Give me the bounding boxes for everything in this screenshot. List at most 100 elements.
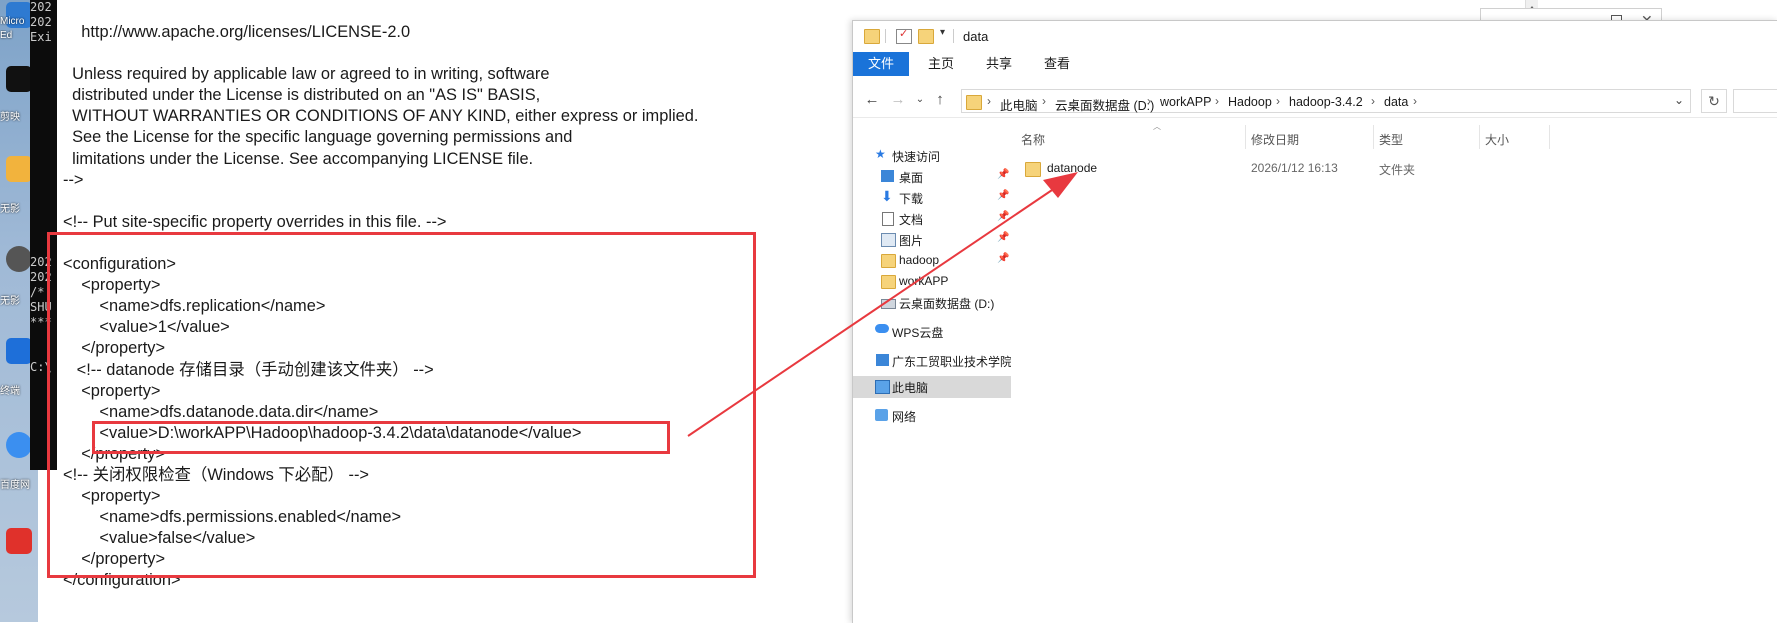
nav-label: 云桌面数据盘 (D:) <box>899 297 995 311</box>
tab-file[interactable]: 文件 <box>853 52 909 76</box>
breadcrumb-workapp[interactable]: workAPP <box>1160 95 1211 109</box>
nav-label: 广东工贸职业技术学院 <box>892 355 1011 369</box>
address-dropdown-icon[interactable]: ⌄ <box>1674 93 1684 107</box>
nav-label: 桌面 <box>899 171 924 185</box>
pin-icon: 📌 <box>997 211 1010 222</box>
configuration-highlight-box <box>47 232 756 578</box>
column-divider <box>1373 125 1374 149</box>
nav-hadoop[interactable]: hadoop 📌 <box>853 250 1011 271</box>
baidu-netdisk-icon[interactable] <box>6 432 32 458</box>
file-modified: 2026/1/12 16:13 <box>1251 161 1338 175</box>
editor-line: <!-- Put site-specific property override… <box>63 212 447 231</box>
nav-label: 图片 <box>899 234 924 248</box>
console-line: /* <box>30 285 45 299</box>
editor-line: distributed under the License is distrib… <box>63 86 541 105</box>
address-bar[interactable]: › 此电脑 › 云桌面数据盘 (D:) › workAPP › Hadoop ›… <box>961 89 1691 113</box>
breadcrumb-separator: › <box>1215 94 1219 108</box>
column-header-type[interactable]: 类型 <box>1379 131 1403 148</box>
editor-line: WITHOUT WARRANTIES OR CONDITIONS OF ANY … <box>63 107 699 126</box>
folder-icon <box>881 254 896 268</box>
column-divider <box>1245 125 1246 149</box>
toolbar-divider <box>953 29 954 43</box>
nav-desktop[interactable]: 桌面 📌 <box>853 166 1011 187</box>
editor-line: Unless required by applicable law or agr… <box>63 65 550 84</box>
file-name: datanode <box>1047 161 1098 175</box>
desktop-label-6: 百度网 <box>0 480 30 491</box>
desktop-icon <box>881 170 894 182</box>
breadcrumb-data[interactable]: data <box>1384 95 1408 109</box>
datadir-value-highlight-box <box>92 421 670 454</box>
nav-label: 文档 <box>899 213 924 227</box>
console-line: 202 <box>30 15 52 29</box>
back-arrow-icon[interactable]: ← <box>861 91 883 108</box>
nav-quick-access[interactable]: ★ 快速访问 <box>853 145 1011 166</box>
nav-label: workAPP <box>899 274 949 288</box>
column-header-size[interactable]: 大小 <box>1485 131 1509 148</box>
editor-line: limitations under the License. See accom… <box>63 149 534 168</box>
nav-network[interactable]: 网络 <box>853 405 1011 426</box>
file-explorer-window[interactable]: ✓ ▾ data 文件 主页 共享 查看 ← → ⌄ ↑ › 此电脑 › 云桌面… <box>852 20 1777 623</box>
tab-home[interactable]: 主页 <box>913 52 969 76</box>
tab-view[interactable]: 查看 <box>1029 52 1085 76</box>
wuying-user-icon[interactable] <box>6 246 32 272</box>
document-icon <box>882 212 894 226</box>
nav-documents[interactable]: 文档 📌 <box>853 208 1011 229</box>
nav-this-pc[interactable]: 此电脑 <box>853 376 1011 398</box>
drive-icon <box>881 299 896 309</box>
address-folder-icon <box>966 95 982 110</box>
nav-label: 网络 <box>892 410 917 424</box>
pin-icon: 📌 <box>997 190 1010 201</box>
nav-label: 此电脑 <box>892 381 929 395</box>
table-row[interactable]: datanode 2026/1/12 16:13 文件夹 <box>1013 157 1777 179</box>
building-icon <box>876 354 889 366</box>
recent-dropdown-icon[interactable]: ⌄ <box>909 94 931 105</box>
terminal-icon[interactable] <box>6 338 32 364</box>
nav-label: hadoop <box>899 253 940 267</box>
tab-share[interactable]: 共享 <box>971 52 1027 76</box>
breadcrumb-separator: › <box>1413 94 1417 108</box>
forward-arrow-icon[interactable]: → <box>887 91 909 108</box>
column-divider <box>1549 125 1550 149</box>
breadcrumb-hadoop[interactable]: Hadoop <box>1228 95 1272 109</box>
wps-icon[interactable] <box>6 528 32 554</box>
column-divider <box>1479 125 1480 149</box>
nav-downloads[interactable]: ⬇ 下载 📌 <box>853 187 1011 208</box>
refresh-icon: ↻ <box>1708 93 1720 109</box>
nav-label: WPS云盘 <box>892 326 944 340</box>
pin-icon: 📌 <box>997 232 1010 243</box>
nav-pictures[interactable]: 图片 📌 <box>853 229 1011 250</box>
console-line: Exi <box>30 30 52 44</box>
column-header-modified[interactable]: 修改日期 <box>1251 131 1299 148</box>
up-arrow-icon[interactable]: ↑ <box>929 91 951 108</box>
capcut-icon[interactable] <box>6 66 32 92</box>
breadcrumb-separator: › <box>1042 94 1046 108</box>
ribbon-tabs: 文件 主页 共享 查看 <box>853 52 1777 77</box>
download-icon: ⬇ <box>881 188 893 204</box>
navigation-pane: ★ 快速访问 桌面 📌 ⬇ 下载 📌 文档 📌 图片 📌 hadoop 📌 wo… <box>853 119 1011 623</box>
search-input[interactable] <box>1733 89 1777 113</box>
nav-school[interactable]: 广东工贸职业技术学院 <box>853 350 1011 371</box>
customize-dropdown-icon[interactable]: ▾ <box>940 27 945 38</box>
breadcrumb-hadoop-version[interactable]: hadoop-3.4.2 <box>1289 95 1363 109</box>
refresh-button[interactable]: ↻ <box>1701 89 1727 113</box>
properties-check-icon[interactable]: ✓ <box>896 28 912 44</box>
new-folder-icon[interactable] <box>918 29 934 44</box>
breadcrumb-separator: › <box>1371 94 1375 108</box>
folder-icon <box>1025 162 1041 177</box>
computer-icon <box>875 380 890 394</box>
file-type: 文件夹 <box>1379 163 1416 177</box>
nav-drive-d[interactable]: 云桌面数据盘 (D:) <box>853 292 1011 313</box>
pictures-icon <box>881 233 896 247</box>
breadcrumb-separator: › <box>1147 94 1151 108</box>
column-header-name[interactable]: 名称 <box>1021 131 1045 148</box>
star-icon: ★ <box>875 147 886 161</box>
nav-wps-cloud[interactable]: WPS云盘 <box>853 321 1011 342</box>
folder-icon <box>881 275 896 289</box>
folder-icon <box>864 29 880 44</box>
nav-workapp[interactable]: workAPP <box>853 271 1011 292</box>
quick-access-toolbar: ✓ ▾ data <box>853 21 1777 51</box>
breadcrumb-drive-d[interactable]: 云桌面数据盘 (D:) <box>1055 95 1154 114</box>
network-icon <box>875 409 888 421</box>
wuying-icon[interactable] <box>6 156 32 182</box>
breadcrumb-thispc[interactable]: 此电脑 <box>1000 95 1038 114</box>
